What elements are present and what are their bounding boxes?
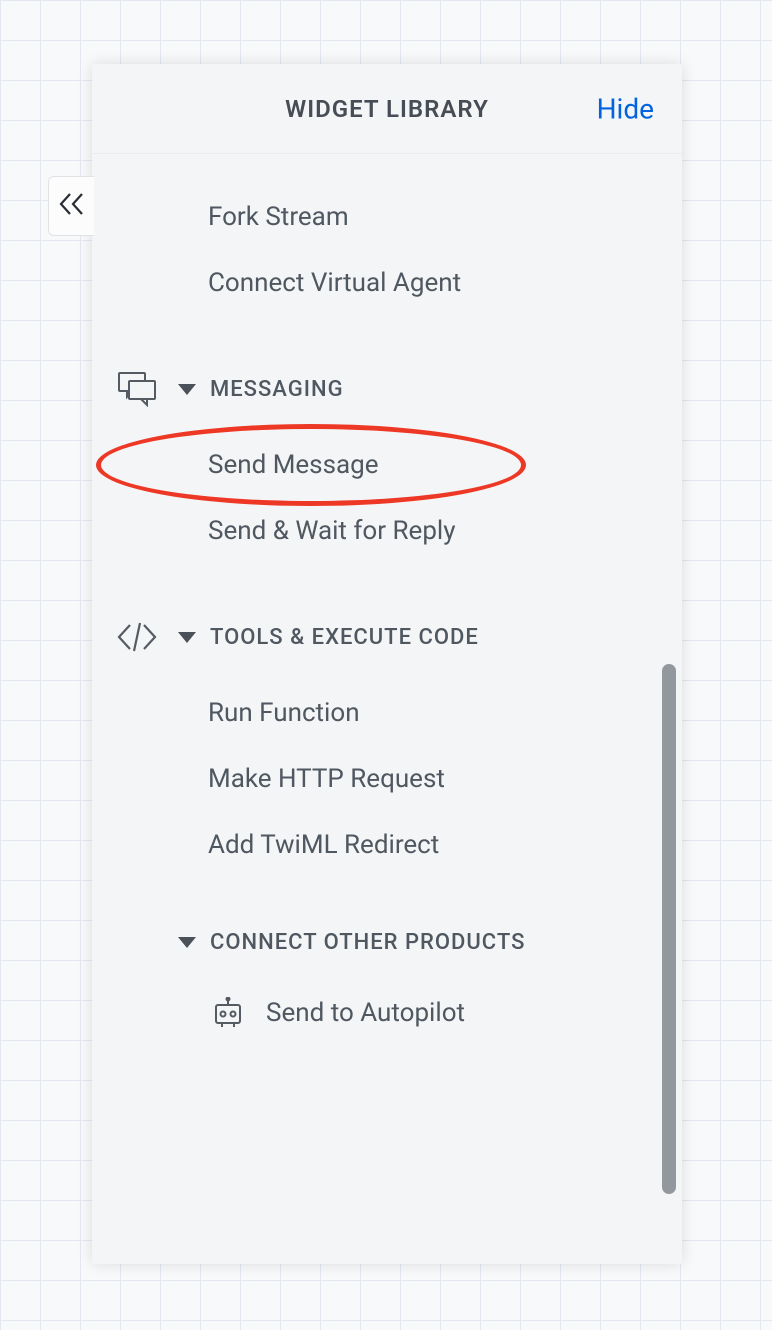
code-brackets-icon (116, 616, 158, 658)
widget-item-http-request[interactable]: Make HTTP Request (92, 746, 682, 812)
widget-item-send-to-autopilot[interactable]: Send to Autopilot (92, 977, 682, 1049)
hide-button[interactable]: Hide (597, 92, 654, 125)
section-label: MESSAGING (210, 377, 344, 402)
widget-item-send-message[interactable]: Send Message (92, 432, 682, 498)
chevron-double-left-icon (57, 191, 87, 221)
widget-item-connect-virtual-agent[interactable]: Connect Virtual Agent (92, 250, 682, 316)
panel-body: Fork Stream Connect Virtual Agent MESSAG… (92, 154, 682, 1264)
widget-item-twiml-redirect[interactable]: Add TwiML Redirect (92, 812, 682, 878)
section-header-messaging[interactable]: MESSAGING (92, 346, 682, 432)
speech-bubbles-icon (116, 368, 158, 410)
widget-library-panel: WIDGET LIBRARY Hide Fork Stream Connect … (92, 64, 682, 1264)
scrollbar-thumb[interactable] (662, 664, 676, 1194)
widget-item-send-wait-reply[interactable]: Send & Wait for Reply (92, 498, 682, 564)
caret-down-icon (178, 632, 196, 643)
autopilot-icon (210, 995, 246, 1031)
caret-down-icon (178, 937, 196, 948)
section-header-connect[interactable]: CONNECT OTHER PRODUCTS (92, 908, 682, 977)
section-label: TOOLS & EXECUTE CODE (210, 625, 479, 650)
widget-item-run-function[interactable]: Run Function (92, 680, 682, 746)
panel-header: WIDGET LIBRARY Hide (92, 64, 682, 154)
section-header-tools[interactable]: TOOLS & EXECUTE CODE (92, 594, 682, 680)
widget-item-label: Send to Autopilot (266, 998, 465, 1028)
section-label: CONNECT OTHER PRODUCTS (210, 930, 525, 955)
collapse-tab[interactable] (48, 176, 94, 236)
widget-item-fork-stream[interactable]: Fork Stream (92, 184, 682, 250)
caret-down-icon (178, 384, 196, 395)
panel-title: WIDGET LIBRARY (285, 95, 489, 123)
widget-item-label: Send Message (208, 450, 379, 480)
